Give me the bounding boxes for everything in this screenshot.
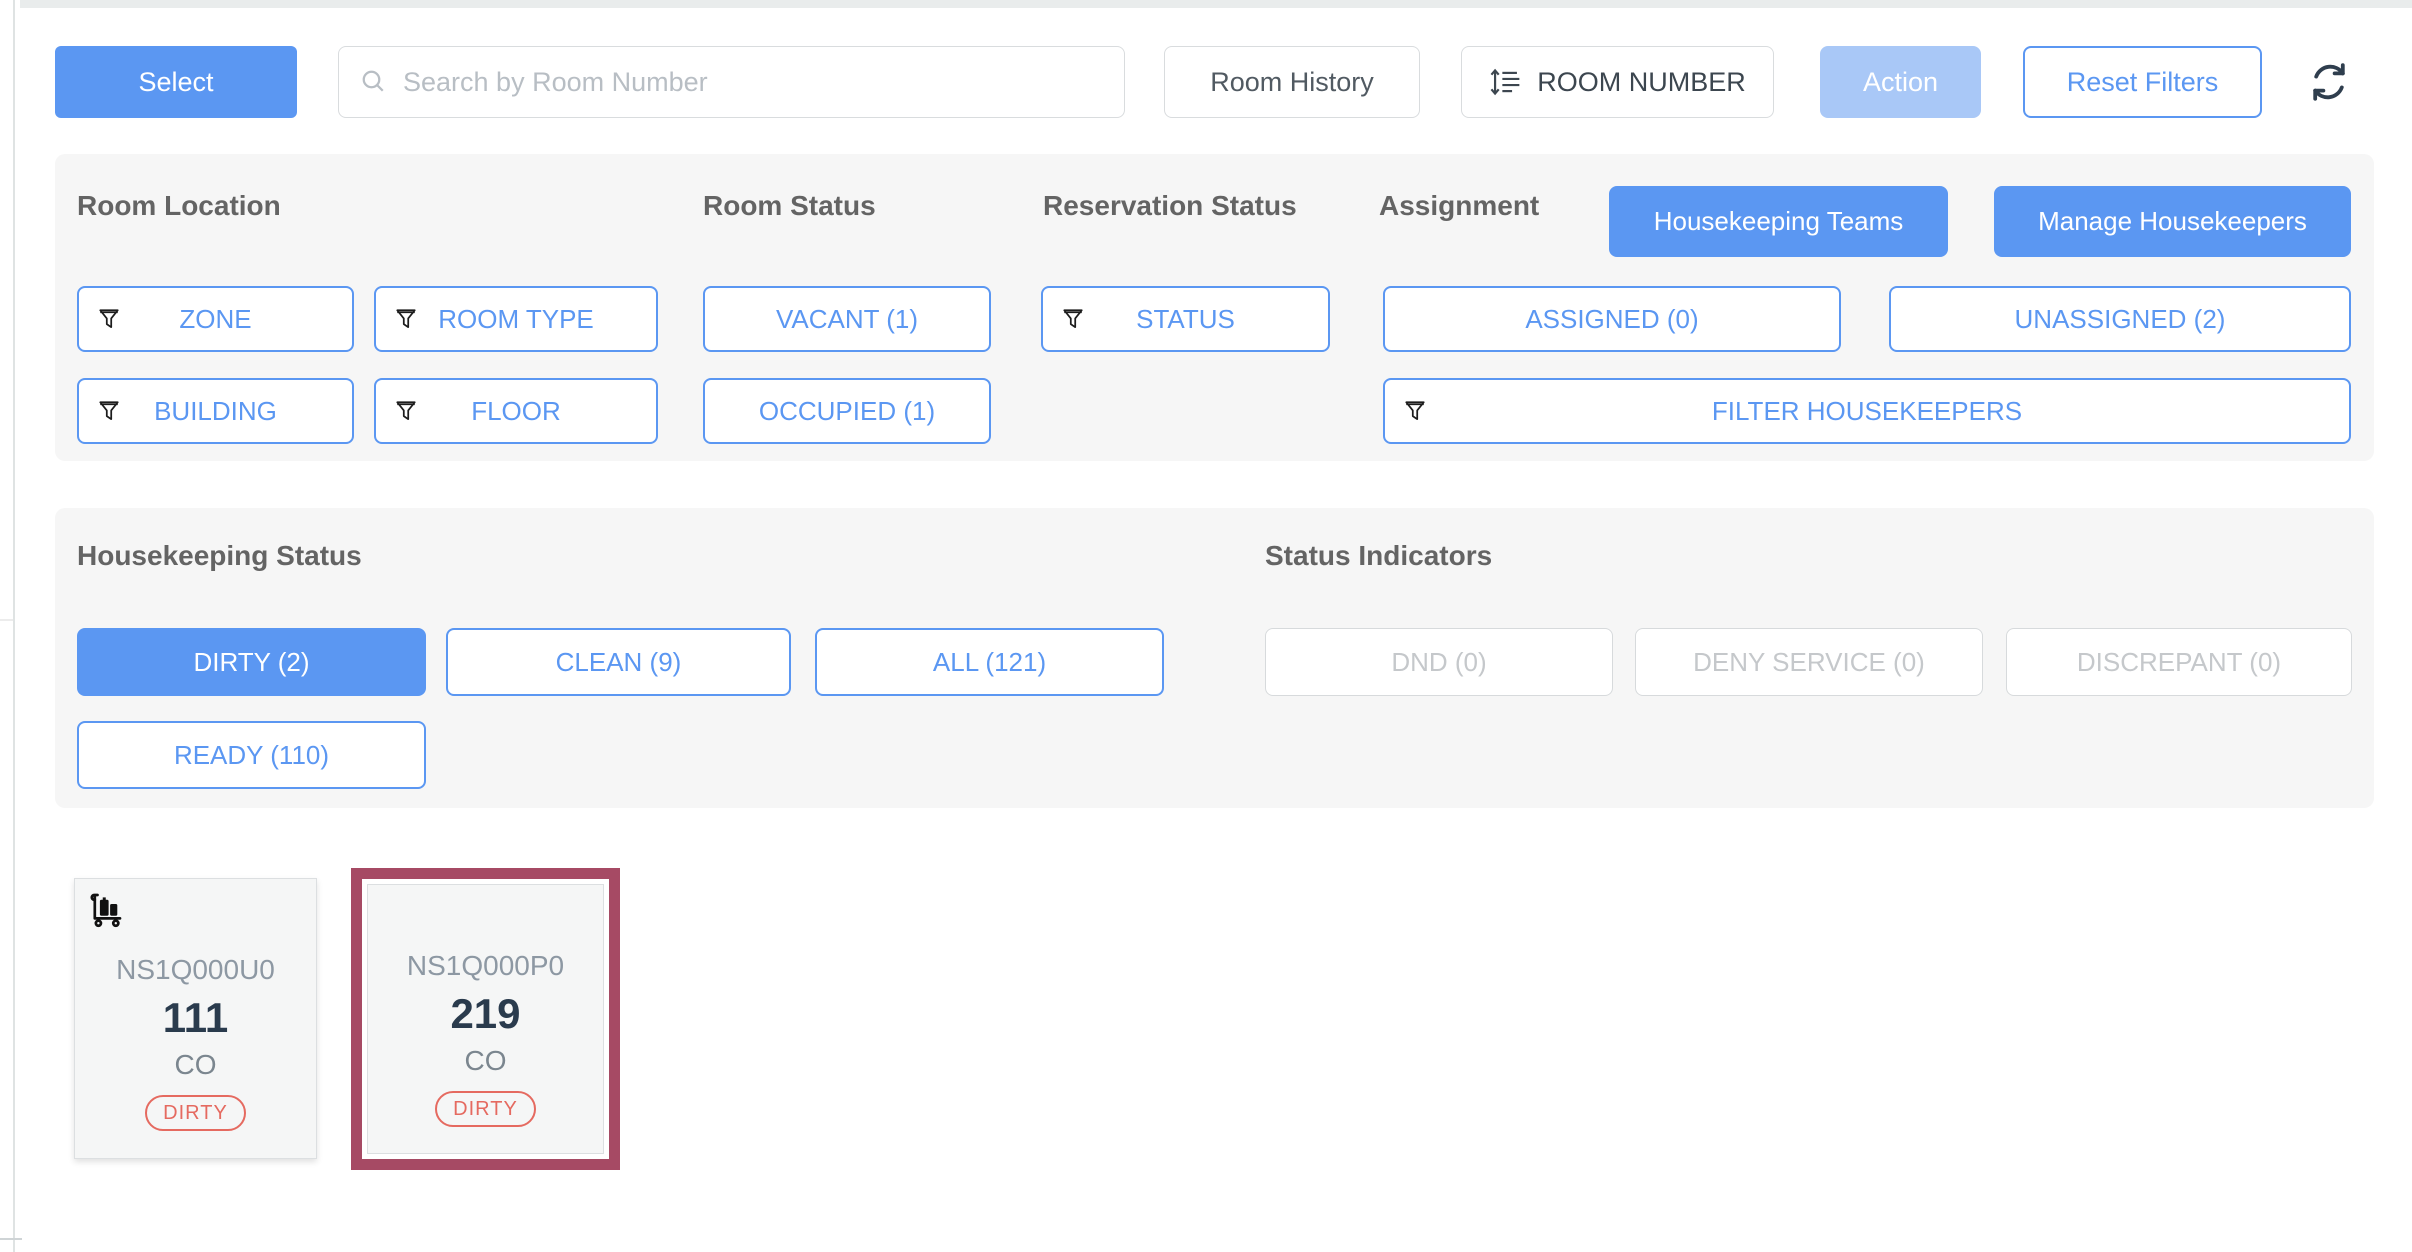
funnel-icon [392, 305, 420, 333]
room-location-title: Room Location [77, 192, 281, 220]
status-badge: DIRTY [145, 1095, 246, 1131]
building-filter-button[interactable]: BUILDING [77, 378, 354, 444]
room-number: 111 [163, 996, 228, 1040]
ready-filter-button[interactable]: READY (110) [77, 721, 426, 789]
room-id: NS1Q000U0 [116, 955, 275, 986]
room-number: 219 [450, 992, 520, 1036]
room-type-filter-button[interactable]: ROOM TYPE [374, 286, 658, 352]
room-status-title: Room Status [703, 192, 876, 220]
dnd-filter-button[interactable]: DND (0) [1265, 628, 1613, 696]
filter-housekeepers-button[interactable]: FILTER HOUSEKEEPERS [1383, 378, 2351, 444]
top-divider [20, 0, 2412, 8]
search-input[interactable] [403, 67, 1104, 98]
refresh-button[interactable] [2303, 56, 2355, 108]
discrepant-filter-button[interactable]: DISCREPANT (0) [2006, 628, 2352, 696]
manage-housekeepers-button[interactable]: Manage Housekeepers [1994, 186, 2351, 257]
housekeeping-teams-button[interactable]: Housekeeping Teams [1609, 186, 1948, 257]
funnel-icon [1059, 305, 1087, 333]
refresh-icon [2305, 58, 2353, 106]
building-filter-label: BUILDING [154, 396, 277, 427]
reservation-code: CO [465, 1046, 507, 1077]
reservation-status-title: Reservation Status [1043, 192, 1297, 220]
luggage-cart-icon [87, 889, 129, 936]
action-button[interactable]: Action [1820, 46, 1981, 118]
room-card-219-inner: NS1Q000P0 219 CO DIRTY [367, 884, 604, 1154]
room-type-filter-label: ROOM TYPE [438, 304, 594, 335]
status-badge: DIRTY [435, 1091, 536, 1127]
bottom-frame-tick [0, 1238, 22, 1240]
unassigned-filter-button[interactable]: UNASSIGNED (2) [1889, 286, 2351, 352]
housekeeping-page: Select Room History ROOM NUMBER Action R… [0, 0, 2412, 1252]
room-history-button[interactable]: Room History [1164, 46, 1420, 118]
search-box [338, 46, 1125, 118]
vacant-filter-label: VACANT (1) [776, 304, 918, 335]
assignment-title: Assignment [1379, 192, 1539, 220]
filter-housekeepers-label: FILTER HOUSEKEEPERS [1712, 396, 2022, 427]
dirty-filter-button[interactable]: DIRTY (2) [77, 628, 426, 696]
sort-icon [1489, 65, 1523, 99]
all-filter-button[interactable]: ALL (121) [815, 628, 1164, 696]
room-card-111[interactable]: NS1Q000U0 111 CO DIRTY [74, 878, 317, 1159]
room-card-219-selected[interactable]: NS1Q000P0 219 CO DIRTY [351, 868, 620, 1170]
vacant-filter-button[interactable]: VACANT (1) [703, 286, 991, 352]
sort-by-button[interactable]: ROOM NUMBER [1461, 46, 1774, 118]
clean-filter-button[interactable]: CLEAN (9) [446, 628, 791, 696]
assigned-filter-label: ASSIGNED (0) [1525, 304, 1698, 335]
select-button[interactable]: Select [55, 46, 297, 118]
housekeeping-status-title: Housekeeping Status [77, 542, 362, 570]
sort-label: ROOM NUMBER [1537, 67, 1746, 98]
floor-filter-label: FLOOR [471, 396, 561, 427]
zone-filter-button[interactable]: ZONE [77, 286, 354, 352]
funnel-icon [1401, 397, 1429, 425]
occupied-filter-label: OCCUPIED (1) [759, 396, 935, 427]
occupied-filter-button[interactable]: OCCUPIED (1) [703, 378, 991, 444]
reset-filters-button[interactable]: Reset Filters [2023, 46, 2262, 118]
left-frame-line [13, 0, 15, 1252]
filters-panel: Room Location Room Status Reservation St… [55, 154, 2374, 461]
status-indicators-title: Status Indicators [1265, 542, 1492, 570]
zone-filter-label: ZONE [179, 304, 251, 335]
funnel-icon [95, 305, 123, 333]
left-frame-tick [0, 619, 13, 621]
deny-service-filter-button[interactable]: DENY SERVICE (0) [1635, 628, 1983, 696]
assigned-filter-button[interactable]: ASSIGNED (0) [1383, 286, 1841, 352]
funnel-icon [95, 397, 123, 425]
reservation-code: CO [175, 1050, 217, 1081]
reservation-status-filter-button[interactable]: STATUS [1041, 286, 1330, 352]
floor-filter-button[interactable]: FLOOR [374, 378, 658, 444]
funnel-icon [392, 397, 420, 425]
unassigned-filter-label: UNASSIGNED (2) [2015, 304, 2226, 335]
search-icon [359, 67, 389, 97]
room-id: NS1Q000P0 [407, 951, 564, 982]
status-panel: Housekeeping Status Status Indicators DI… [55, 508, 2374, 808]
reservation-status-filter-label: STATUS [1136, 304, 1235, 335]
